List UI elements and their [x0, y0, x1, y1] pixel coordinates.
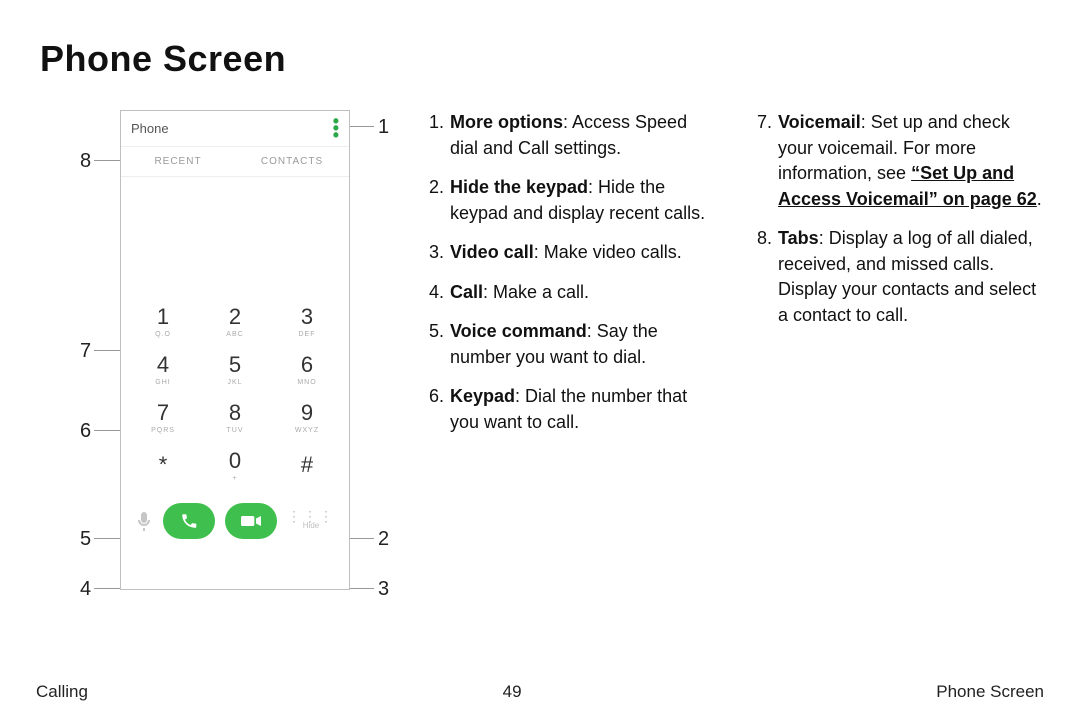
- legend-num: 8.: [750, 226, 772, 328]
- tab-contacts[interactable]: CONTACTS: [235, 147, 349, 177]
- key-3[interactable]: 3DEF: [271, 297, 343, 345]
- voice-command-button[interactable]: [135, 511, 153, 531]
- key-hash[interactable]: #: [271, 441, 343, 489]
- legend-num: 5.: [422, 319, 444, 370]
- key-9[interactable]: 9WXYZ: [271, 393, 343, 441]
- key-0[interactable]: 0+: [199, 441, 271, 489]
- legend-text: : Make a call.: [483, 282, 589, 302]
- legend-col-2: 7.Voicemail: Set up and check your voice…: [750, 110, 1044, 449]
- footer-left: Calling: [36, 682, 88, 702]
- app-title: Phone: [131, 121, 169, 136]
- key-1[interactable]: 1Q.O: [127, 297, 199, 345]
- phone-mock: Phone ••• RECENT CONTACTS 1Q.O 2ABC 3DEF…: [120, 110, 350, 590]
- keypad: 1Q.O 2ABC 3DEF 4GHI 5JKL 6MNO 7PQRS 8TUV…: [121, 297, 349, 489]
- hide-keypad-button[interactable]: ⋮⋮⋮ Hide: [287, 512, 335, 531]
- keypad-dots-icon: ⋮⋮⋮: [287, 512, 335, 522]
- footer-right: Phone Screen: [936, 682, 1044, 702]
- more-options-icon[interactable]: •••: [333, 118, 339, 140]
- key-star[interactable]: *: [127, 441, 199, 489]
- footer-center: 49: [503, 682, 522, 702]
- callout-5: 5: [80, 528, 91, 551]
- legend-term: Hide the keypad: [450, 177, 588, 197]
- diagram: 8 7 6 5 4 1 2 3 Phone: [36, 110, 396, 449]
- legend-num: 4.: [422, 280, 444, 306]
- key-5[interactable]: 5JKL: [199, 345, 271, 393]
- callout-7: 7: [80, 340, 91, 363]
- legend-term: Keypad: [450, 386, 515, 406]
- key-6[interactable]: 6MNO: [271, 345, 343, 393]
- legend-term: Call: [450, 282, 483, 302]
- tabs: RECENT CONTACTS: [121, 147, 349, 177]
- video-call-button[interactable]: [225, 503, 277, 539]
- key-2[interactable]: 2ABC: [199, 297, 271, 345]
- legend-term: Video call: [450, 242, 534, 262]
- callout-8: 8: [80, 150, 91, 173]
- key-4[interactable]: 4GHI: [127, 345, 199, 393]
- footer: Calling 49 Phone Screen: [36, 682, 1044, 702]
- legend-num: 7.: [750, 110, 772, 212]
- legend-term: More options: [450, 112, 563, 132]
- legend-text: .: [1037, 189, 1042, 209]
- legend-term: Voice command: [450, 321, 587, 341]
- legend-num: 3.: [422, 240, 444, 266]
- legend-term: Tabs: [778, 228, 819, 248]
- legend-text: : Make video calls.: [534, 242, 682, 262]
- legend-num: 1.: [422, 110, 444, 161]
- key-8[interactable]: 8TUV: [199, 393, 271, 441]
- callout-3: 3: [378, 578, 389, 601]
- page-title: Phone Screen: [40, 38, 1044, 80]
- legend-col-1: 1.More options: Access Speed dial and Ca…: [422, 110, 716, 449]
- key-7[interactable]: 7PQRS: [127, 393, 199, 441]
- legend-num: 6.: [422, 384, 444, 435]
- legend-num: 2.: [422, 175, 444, 226]
- legend-term: Voicemail: [778, 112, 861, 132]
- callout-6: 6: [80, 420, 91, 443]
- tab-recent[interactable]: RECENT: [121, 147, 235, 177]
- hide-label: Hide: [303, 521, 319, 530]
- callout-4: 4: [80, 578, 91, 601]
- callout-1: 1: [378, 116, 389, 139]
- callout-2: 2: [378, 528, 389, 551]
- call-button[interactable]: [163, 503, 215, 539]
